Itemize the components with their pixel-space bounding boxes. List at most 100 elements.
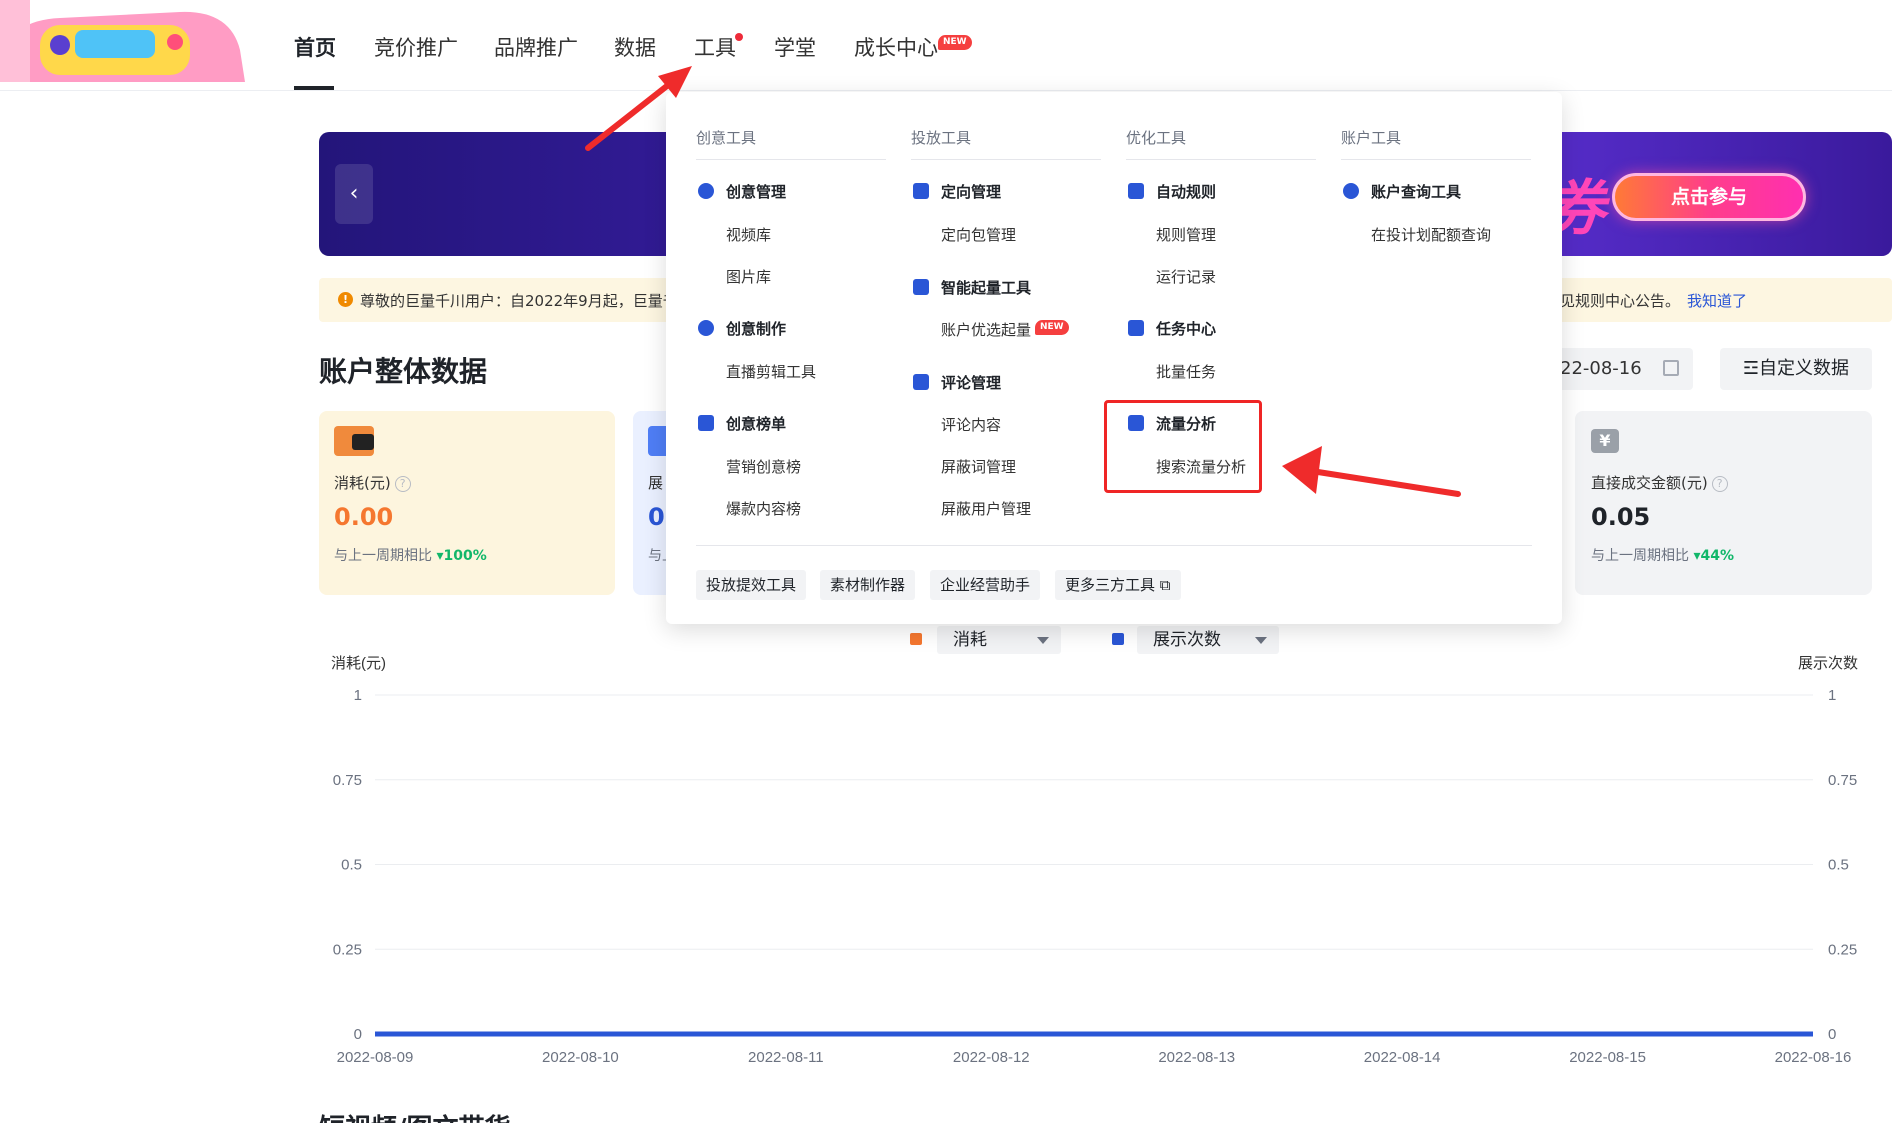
boost-new-badge: NEW xyxy=(1035,320,1069,335)
gamepad-logo-icon xyxy=(0,0,245,82)
y-tick-label-left: 0 xyxy=(354,1026,362,1043)
nav-data[interactable]: 数据 xyxy=(614,32,656,62)
metric-label: 直接成交金额(元)? xyxy=(1591,472,1728,493)
banner-join-button[interactable]: 点击参与 xyxy=(1612,173,1806,221)
banner-prev-button[interactable]: ‹ xyxy=(335,164,373,224)
group-task-center[interactable]: 任务中心 xyxy=(1156,318,1216,339)
x-tick-label: 2022-08-16 xyxy=(1775,1049,1852,1066)
y-tick-label-left: 1 xyxy=(354,687,362,704)
menu-item-video-lib[interactable]: 视频库 xyxy=(726,224,771,245)
menu-item-run-log[interactable]: 运行记录 xyxy=(1156,266,1216,287)
menu-item-target-pack[interactable]: 定向包管理 xyxy=(941,224,1016,245)
col-divider xyxy=(1126,159,1316,160)
metric-label: 展 xyxy=(648,474,664,492)
y-axis-label-left: 消耗(元) xyxy=(331,655,386,672)
group-smart-boost[interactable]: 智能起量工具 xyxy=(941,277,1031,298)
menu-item-block-words[interactable]: 屏蔽词管理 xyxy=(941,456,1016,477)
nav-academy[interactable]: 学堂 xyxy=(774,32,816,62)
help-icon[interactable]: ? xyxy=(1711,475,1728,492)
notice-dismiss-link[interactable]: 我知道了 xyxy=(1687,290,1747,311)
notice-text: 尊敬的巨量千川用户：自2022年9月起，巨量千 xyxy=(360,292,678,310)
y-tick-label-right: 1 xyxy=(1828,687,1836,704)
trend-up-icon xyxy=(913,279,929,295)
group-comments[interactable]: 评论管理 xyxy=(941,372,1001,393)
custom-data-button[interactable]: ☲自定义数据 xyxy=(1720,348,1872,390)
search-account-icon xyxy=(1343,183,1359,199)
nav-growth-center[interactable]: 成长中心 xyxy=(854,32,938,62)
y-tick-label-right: 0.5 xyxy=(1828,857,1849,874)
x-tick-label: 2022-08-15 xyxy=(1569,1049,1646,1066)
menu-item-hot-content-rank[interactable]: 爆款内容榜 xyxy=(726,498,801,519)
x-tick-label: 2022-08-13 xyxy=(1158,1049,1235,1066)
y-tick-label-left: 0.25 xyxy=(333,941,362,958)
external-link-icon: ⧉ xyxy=(1159,576,1171,594)
help-icon[interactable]: ? xyxy=(394,475,411,492)
task-list-icon xyxy=(1128,320,1144,336)
col-heading-optimize: 优化工具 xyxy=(1126,129,1187,147)
chip-business-assistant[interactable]: 企业经营助手 xyxy=(930,570,1041,600)
menu-item-live-clip[interactable]: 直播剪辑工具 xyxy=(726,361,816,382)
nav-home[interactable]: 首页 xyxy=(294,32,336,62)
tools-notification-dot xyxy=(735,33,743,41)
metric-value: 0.00 xyxy=(334,503,394,531)
x-tick-label: 2022-08-11 xyxy=(748,1049,824,1066)
chip-third-party-tools[interactable]: 更多三方工具 ⧉ xyxy=(1055,570,1181,600)
chip-efficiency-tools[interactable]: 投放提效工具 xyxy=(696,570,807,600)
wallet-icon xyxy=(334,426,374,456)
group-creative-manage[interactable]: 创意管理 xyxy=(726,181,786,202)
metric-label: 消耗(元)? xyxy=(334,472,411,493)
menu-item-image-lib[interactable]: 图片库 xyxy=(726,266,771,287)
group-creative-make[interactable]: 创意制作 xyxy=(726,318,786,339)
nav-bidding[interactable]: 竞价推广 xyxy=(374,32,458,62)
dropdown-divider xyxy=(696,545,1532,546)
col-divider xyxy=(911,159,1101,160)
group-account-query[interactable]: 账户查询工具 xyxy=(1371,181,1461,202)
col-divider xyxy=(1341,159,1531,160)
menu-item-block-users[interactable]: 屏蔽用户管理 xyxy=(941,498,1031,519)
chip-material-maker[interactable]: 素材制作器 xyxy=(820,570,916,600)
annotation-highlight-box xyxy=(1104,400,1262,493)
top-nav: 首页 竞价推广 品牌推广 数据 工具 学堂 成长中心 NEW xyxy=(0,0,1892,91)
y-tick-label-right: 0.25 xyxy=(1828,941,1857,958)
bulb-tool-icon xyxy=(698,320,714,336)
metric-compare: 与上一周期相比 ▾100% xyxy=(334,548,487,564)
menu-item-account-boost[interactable]: 账户优选起量 xyxy=(941,319,1031,340)
date-range-end: 22-08-16 xyxy=(1560,358,1642,379)
yen-icon: ¥ xyxy=(1591,429,1619,453)
x-tick-label: 2022-08-10 xyxy=(542,1049,619,1066)
y-axis-label-right: 展示次数 xyxy=(1798,655,1858,672)
col-divider xyxy=(696,159,886,160)
col-heading-creative: 创意工具 xyxy=(696,129,757,147)
menu-item-batch-task[interactable]: 批量任务 xyxy=(1156,361,1216,382)
metric-compare: 与上一周期相比 ▾44% xyxy=(1591,548,1734,564)
nav-brand[interactable]: 品牌推广 xyxy=(494,32,578,62)
user-target-icon xyxy=(913,183,929,199)
x-tick-label: 2022-08-14 xyxy=(1364,1049,1441,1066)
star-board-icon xyxy=(698,415,714,431)
group-targeting[interactable]: 定向管理 xyxy=(941,181,1001,202)
metric-value: 0 xyxy=(648,503,665,531)
lightbulb-icon xyxy=(698,183,714,199)
x-tick-label: 2022-08-09 xyxy=(337,1049,414,1066)
menu-item-marketing-rank[interactable]: 营销创意榜 xyxy=(726,456,801,477)
group-auto-rules[interactable]: 自动规则 xyxy=(1156,181,1216,202)
y-tick-label-right: 0 xyxy=(1828,1026,1836,1043)
col-heading-delivery: 投放工具 xyxy=(911,129,972,147)
page-title: 账户整体数据 xyxy=(319,355,488,388)
x-tick-label: 2022-08-12 xyxy=(953,1049,1030,1066)
y-tick-label-right: 0.75 xyxy=(1828,772,1857,789)
section-title-video: 短视频/图文带货 xyxy=(319,1108,511,1123)
trend-chart: 消耗(元) 展示次数 1 1 0.75 0.75 0.5 0.5 0.25 0.25 0 0 2022-… xyxy=(331,655,1858,1066)
group-creative-rank[interactable]: 创意榜单 xyxy=(726,413,786,434)
metric-value: 0.05 xyxy=(1591,503,1651,531)
menu-item-quota-query[interactable]: 在投计划配额查询 xyxy=(1371,224,1491,245)
y-tick-label-left: 0.75 xyxy=(333,772,362,789)
warning-icon: ! xyxy=(338,292,353,307)
notice-text-tail: 见规则中心公告。 xyxy=(1560,292,1681,310)
menu-item-comment-content[interactable]: 评论内容 xyxy=(941,414,1001,435)
nav-tools[interactable]: 工具 xyxy=(694,32,736,62)
menu-item-rule-manage[interactable]: 规则管理 xyxy=(1156,224,1216,245)
comment-icon xyxy=(913,374,929,390)
growth-new-badge: NEW xyxy=(938,35,972,50)
auto-rule-icon xyxy=(1128,183,1144,199)
